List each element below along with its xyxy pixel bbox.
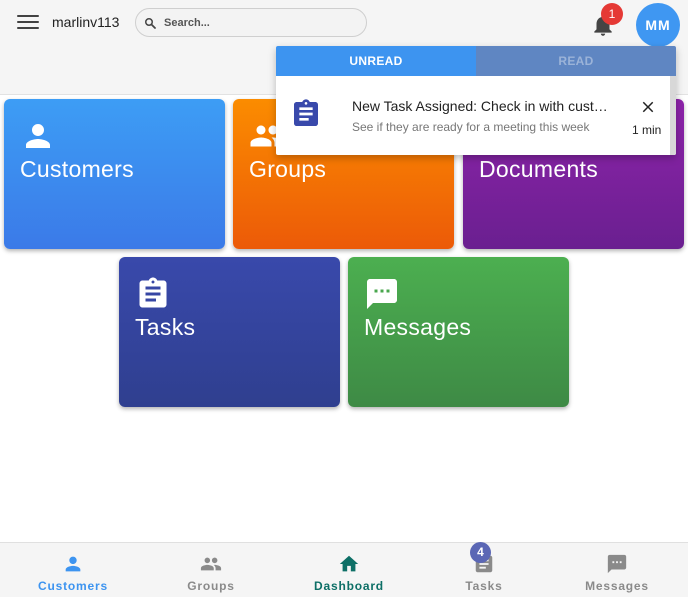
notification-badge: 1: [601, 3, 623, 25]
home-icon: [339, 555, 359, 572]
menu-icon-line: [17, 15, 39, 17]
scrollbar[interactable]: [670, 76, 676, 155]
nav-groups[interactable]: Groups: [151, 543, 271, 597]
nav-customers[interactable]: Customers: [13, 543, 133, 597]
menu-icon-line: [17, 27, 39, 29]
notification-time: 1 min: [632, 123, 662, 137]
nav-dashboard[interactable]: Dashboard: [289, 543, 409, 597]
tile-label: Groups: [249, 156, 327, 182]
nav-label: Groups: [187, 579, 235, 593]
menu-icon-line: [17, 21, 39, 23]
menu-button[interactable]: [17, 13, 39, 31]
tasks-count-badge: 4: [470, 542, 491, 563]
notification-popup: UNREAD READ New Task Assigned: Check in …: [276, 46, 676, 155]
nav-label: Messages: [585, 579, 649, 593]
search-box[interactable]: [135, 8, 367, 37]
tile-customers[interactable]: Customers: [4, 99, 225, 249]
avatar[interactable]: MM: [636, 3, 680, 47]
tab-unread[interactable]: UNREAD: [276, 46, 476, 76]
person-icon: [65, 556, 81, 572]
chat-icon: [367, 279, 397, 309]
clipboard-icon: [139, 277, 167, 308]
close-icon[interactable]: [639, 98, 657, 116]
group-icon: [200, 557, 222, 571]
tile-messages[interactable]: Messages: [348, 257, 569, 407]
nav-label: Tasks: [465, 579, 503, 593]
tile-label: Tasks: [135, 314, 196, 340]
nav-messages[interactable]: Messages: [557, 543, 677, 597]
tab-read[interactable]: READ: [476, 46, 676, 76]
notification-item[interactable]: New Task Assigned: Check in with custome…: [276, 76, 670, 155]
tile-label: Documents: [479, 156, 599, 182]
tile-tasks[interactable]: Tasks: [119, 257, 340, 407]
person-icon: [26, 124, 50, 148]
nav-label: Dashboard: [314, 579, 384, 593]
tile-label: Customers: [20, 156, 134, 182]
nav-label: Customers: [38, 579, 108, 593]
notification-title: New Task Assigned: Check in with custome…: [352, 98, 612, 114]
notification-subtitle: See if they are ready for a meeting this…: [352, 120, 590, 134]
search-input[interactable]: [164, 13, 359, 32]
clipboard-icon: [294, 99, 318, 126]
bottom-nav: Customers Groups Dashboard Tasks Message…: [0, 542, 688, 597]
search-icon: [145, 18, 156, 29]
notification-tabs: UNREAD READ: [276, 46, 676, 76]
tile-label: Messages: [364, 314, 472, 340]
username-label: marlinv113: [52, 14, 120, 30]
chat-icon: [607, 554, 627, 574]
